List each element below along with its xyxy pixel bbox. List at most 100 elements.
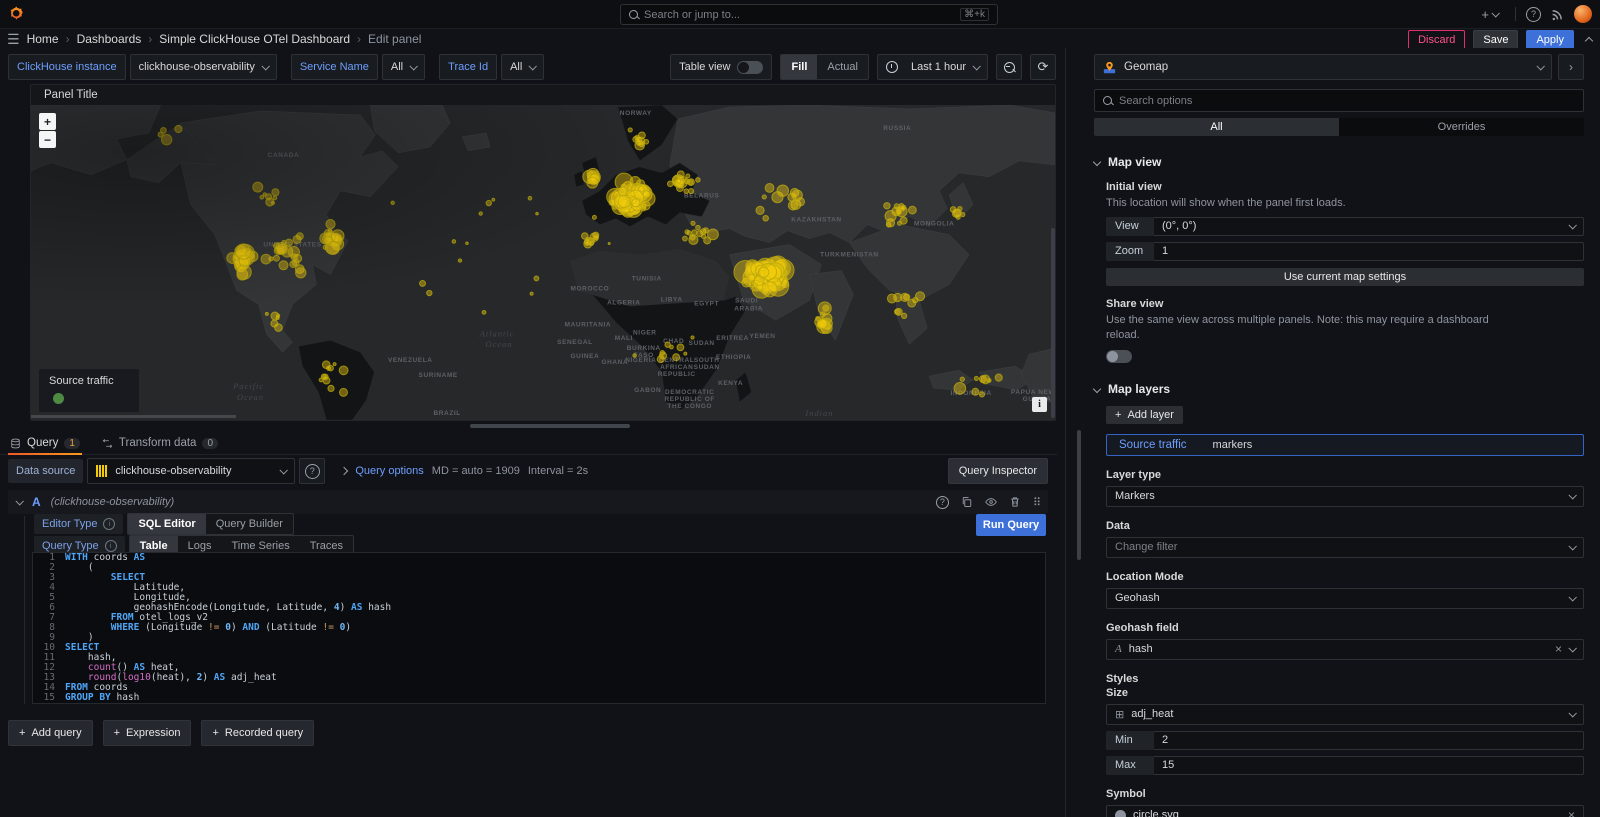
svg-text:MALI: MALI: [615, 335, 633, 342]
query-options: Query options MD = auto = 1909 Interval …: [341, 465, 588, 477]
max-input[interactable]: 15: [1154, 756, 1584, 775]
data-select[interactable]: Change filter: [1106, 537, 1584, 558]
query-help-icon[interactable]: ?: [936, 496, 949, 509]
breadcrumb-item-simple-clickhouse-otel-dashboard[interactable]: Simple ClickHouse OTel Dashboard: [159, 32, 350, 46]
visualization-header: Geomap ›: [1094, 54, 1584, 80]
options-tab-overrides[interactable]: Overrides: [1339, 118, 1584, 136]
datasource-picker[interactable]: clickhouse-observability: [87, 458, 295, 484]
clear-icon[interactable]: ×: [1555, 642, 1562, 656]
svg-text:TURKMENISTAN: TURKMENISTAN: [820, 252, 878, 259]
map-zoom-controls: + −: [39, 113, 56, 148]
chevron-down-icon: [529, 62, 537, 70]
svg-text:ALGERIA: ALGERIA: [607, 299, 640, 306]
refresh-button[interactable]: ⟳: [1030, 54, 1056, 80]
layer-row-source-traffic[interactable]: Source traffic markers: [1106, 434, 1584, 456]
filter-value-trace-id[interactable]: All: [501, 54, 544, 80]
menu-hamburger-icon[interactable]: ☰: [7, 31, 20, 48]
query-row-header[interactable]: A (clickhouse-observability) ? ⠿: [8, 490, 1048, 514]
location-mode-select[interactable]: Geohash: [1106, 588, 1584, 609]
actual-button[interactable]: Actual: [817, 55, 868, 79]
panel-resize-handle[interactable]: [470, 424, 630, 428]
query-inspector-button[interactable]: Query Inspector: [948, 458, 1048, 484]
editor-type-sql-editor[interactable]: SQL Editor: [128, 514, 205, 534]
clear-icon[interactable]: ×: [1568, 808, 1575, 817]
breadcrumb-item-home[interactable]: Home: [27, 32, 59, 46]
svg-text:BRAZIL: BRAZIL: [434, 410, 461, 417]
section-map-layers[interactable]: Map layers: [1094, 382, 1584, 396]
zoom-input[interactable]: 1: [1154, 242, 1584, 261]
map-zoom-out-button[interactable]: −: [39, 131, 56, 148]
sql-token: AS: [351, 603, 362, 613]
datasource-help-button[interactable]: ?: [299, 458, 325, 484]
duplicate-icon[interactable]: [961, 496, 973, 508]
layer-type-select[interactable]: Markers: [1106, 486, 1584, 507]
svg-text:RUSSIA: RUSSIA: [883, 125, 911, 132]
map-zoom-in-button[interactable]: +: [39, 113, 56, 130]
sql-token: ): [345, 623, 351, 633]
info-icon[interactable]: i: [105, 540, 117, 552]
user-avatar[interactable]: [1574, 5, 1592, 23]
view-select[interactable]: (0°, 0°): [1154, 217, 1584, 236]
map-view-body: Initial view This location will show whe…: [1094, 181, 1584, 363]
search-shortcut: ⌘+k: [960, 8, 989, 21]
time-range-picker[interactable]: Last 1 hour: [877, 54, 988, 80]
help-icon[interactable]: ?: [1526, 7, 1541, 22]
eye-icon[interactable]: [985, 496, 997, 508]
news-rss-icon[interactable]: [1551, 8, 1564, 21]
main-scrollbar[interactable]: [1051, 228, 1055, 418]
world-map: RUSSIACANADAUNITED STATESVENEZUELASURINA…: [31, 105, 1055, 420]
svg-text:ARABIA: ARABIA: [734, 305, 763, 312]
use-current-map-settings-button[interactable]: Use current map settings: [1106, 268, 1584, 286]
sql-line: 15GROUP BY hash: [33, 693, 1045, 703]
drag-handle-icon[interactable]: ⠿: [1033, 496, 1040, 509]
filter-value-service-name[interactable]: All: [382, 54, 425, 80]
svg-text:YEMEN: YEMEN: [750, 333, 776, 340]
section-map-view[interactable]: Map view: [1094, 155, 1584, 169]
trash-icon[interactable]: [1009, 496, 1021, 508]
grafana-logo[interactable]: [7, 5, 25, 23]
svg-text:SUDAN: SUDAN: [694, 364, 720, 371]
sql-editor[interactable]: 1WITH coords AS2 (3 SELECT4 Latitude,5 L…: [32, 552, 1046, 704]
tab-transform-data[interactable]: Transform data 0: [100, 437, 220, 454]
panel-header[interactable]: Panel Title: [31, 85, 1055, 105]
svg-text:THE CONGO: THE CONGO: [667, 403, 712, 410]
sql-token: AS: [214, 673, 225, 683]
info-icon[interactable]: i: [103, 518, 115, 530]
filter-label-clickhouse-instance: ClickHouse instance: [8, 54, 126, 80]
table-view-switch[interactable]: [737, 61, 763, 74]
share-view-toggle[interactable]: [1106, 350, 1132, 363]
map-info-button[interactable]: i: [1032, 397, 1047, 412]
visualization-picker[interactable]: Geomap: [1094, 54, 1552, 80]
collapse-options-button[interactable]: ›: [1558, 54, 1584, 80]
tab-query[interactable]: Query 1: [8, 437, 82, 454]
zoom-out-time-button[interactable]: [996, 54, 1022, 80]
sql-line: 1WITH coords AS: [33, 553, 1045, 563]
size-field-select[interactable]: ⊞ adj_heat: [1106, 704, 1584, 725]
options-tab-all[interactable]: All: [1094, 118, 1339, 136]
breadcrumb-item-dashboards[interactable]: Dashboards: [77, 32, 142, 46]
table-view-toggle[interactable]: Table view: [670, 54, 772, 80]
collapse-query-icon[interactable]: [15, 497, 23, 505]
editor-type-query-builder[interactable]: Query Builder: [206, 514, 293, 534]
add-new-button[interactable]: +: [1481, 7, 1498, 22]
geohash-field-select[interactable]: A hash ×: [1106, 639, 1584, 660]
min-input[interactable]: 2: [1154, 731, 1584, 750]
global-search-input[interactable]: Search or jump to... ⌘+k: [620, 4, 998, 25]
filter-value-clickhouse-instance[interactable]: clickhouse-observability: [130, 54, 277, 80]
sql-line-number: 15: [33, 693, 65, 703]
query-options-link[interactable]: Query options: [355, 465, 423, 477]
options-search[interactable]: Search options: [1094, 89, 1584, 112]
layer-type-label: Layer type: [1106, 469, 1584, 481]
options-scrollbar[interactable]: [1077, 430, 1081, 560]
expression-button[interactable]: +Expression: [103, 720, 192, 746]
add-layer-button[interactable]: + Add layer: [1106, 406, 1183, 424]
symbol-select[interactable]: circle.svg ×: [1106, 805, 1584, 817]
chevron-down-icon: [1568, 542, 1576, 550]
add-query-button[interactable]: +Add query: [8, 720, 93, 746]
collapse-up-icon[interactable]: [1585, 36, 1593, 44]
fill-button[interactable]: Fill: [781, 55, 817, 79]
geomap-canvas[interactable]: RUSSIACANADAUNITED STATESVENEZUELASURINA…: [31, 105, 1055, 420]
svg-text:SURINAME: SURINAME: [419, 372, 458, 379]
run-query-button[interactable]: Run Query: [976, 514, 1046, 536]
recorded-query-button[interactable]: +Recorded query: [201, 720, 314, 746]
